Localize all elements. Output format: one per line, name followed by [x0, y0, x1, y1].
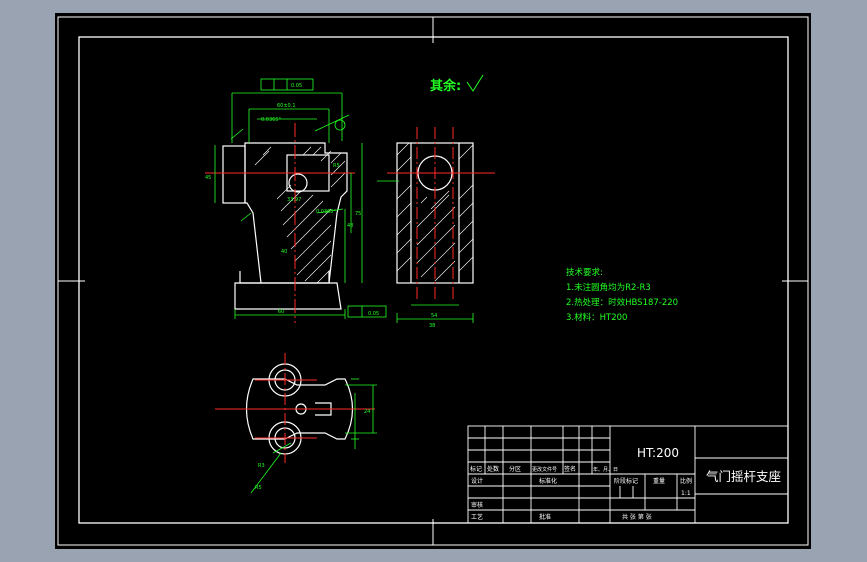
dim-d10-label: 45: [205, 175, 211, 181]
hdr-mark: 标记: [470, 465, 482, 473]
top-centerlines: [215, 353, 375, 463]
tech-item-3: 3.材料：HT200: [566, 312, 627, 323]
tech-item-1: 1.未注圆角均为R2-R3: [566, 282, 651, 293]
dim-d13-label: 24: [364, 409, 370, 415]
front-view: [222, 142, 348, 310]
hdr-count: 处数: [487, 465, 499, 473]
dim-d15-label: R5: [255, 485, 262, 491]
part-name: 气门摇杆支座: [706, 469, 781, 484]
dim-d5-label: 0.0365°: [316, 209, 336, 215]
hdr-change-doc: 更改文件号: [532, 466, 557, 473]
hdr-zone: 分区: [509, 465, 521, 473]
outer-border: [57, 16, 809, 546]
dim-d9-label: 60: [278, 309, 284, 315]
dim-d7-label: 48: [347, 223, 353, 229]
row-design: 设计: [471, 477, 483, 485]
centering-marks: [58, 17, 808, 545]
dim-d8-label: 40: [281, 249, 287, 255]
dim-d4-label: 33.97: [287, 197, 301, 203]
bottom-tolerance-label: 0.05: [368, 311, 379, 317]
inner-border: [78, 36, 789, 524]
dim-d1-label: 60±0.1: [277, 103, 296, 109]
dim-d14-label: R3: [258, 463, 265, 469]
sheet-label: 共 张 第 张: [622, 513, 652, 521]
dim-d11-label: 54: [431, 313, 437, 319]
dim-d12-label: 38: [429, 323, 435, 329]
front-dim-text: 0.05 60±0.1 0.0365° R5 33.97 0.0365° 75 …: [205, 83, 379, 317]
tech-requirements: 技术要求: 1.未注圆角均为R2-R3 2.热处理：时效HBS187-220 3…: [566, 267, 678, 323]
hdr-sign: 签名: [564, 465, 576, 473]
scale-header-label: 比例: [680, 477, 692, 485]
approval-label: 批准: [539, 513, 551, 521]
tech-title: 技术要求:: [566, 267, 603, 278]
cad-drawing: 0.05 60±0.1 0.0365° R5 33.97 0.0365° 75 …: [57, 16, 809, 546]
drawing-canvas: 0.05 60±0.1 0.0365° R5 33.97 0.0365° 75 …: [55, 13, 811, 549]
row-review: 审核: [471, 501, 483, 509]
hdr-date: 年、月、日: [593, 466, 618, 473]
tech-item-2: 2.热处理：时效HBS187-220: [566, 297, 678, 308]
dim-d3-label: R5: [333, 163, 340, 169]
standardization-label: 标准化: [539, 477, 557, 485]
top-dim-text: 24 R3 R5: [255, 409, 370, 491]
side-dim-text: 54 38: [429, 313, 437, 329]
dim-d6-label: 75: [355, 211, 361, 217]
scale-value: 1:1: [681, 490, 691, 497]
top-dimensions: [250, 378, 377, 494]
stage-mark-label: 阶段标记: [614, 477, 638, 485]
weight-label: 重量: [653, 477, 665, 485]
surface-finish-note: 其余:: [430, 78, 461, 94]
row-process: 工艺: [471, 513, 483, 521]
dim-d2-label: 0.0365°: [261, 117, 281, 123]
material-title: HT:200: [637, 446, 679, 460]
top-tolerance-label: 0.05: [291, 83, 302, 89]
roughness-symbol: [466, 74, 484, 92]
